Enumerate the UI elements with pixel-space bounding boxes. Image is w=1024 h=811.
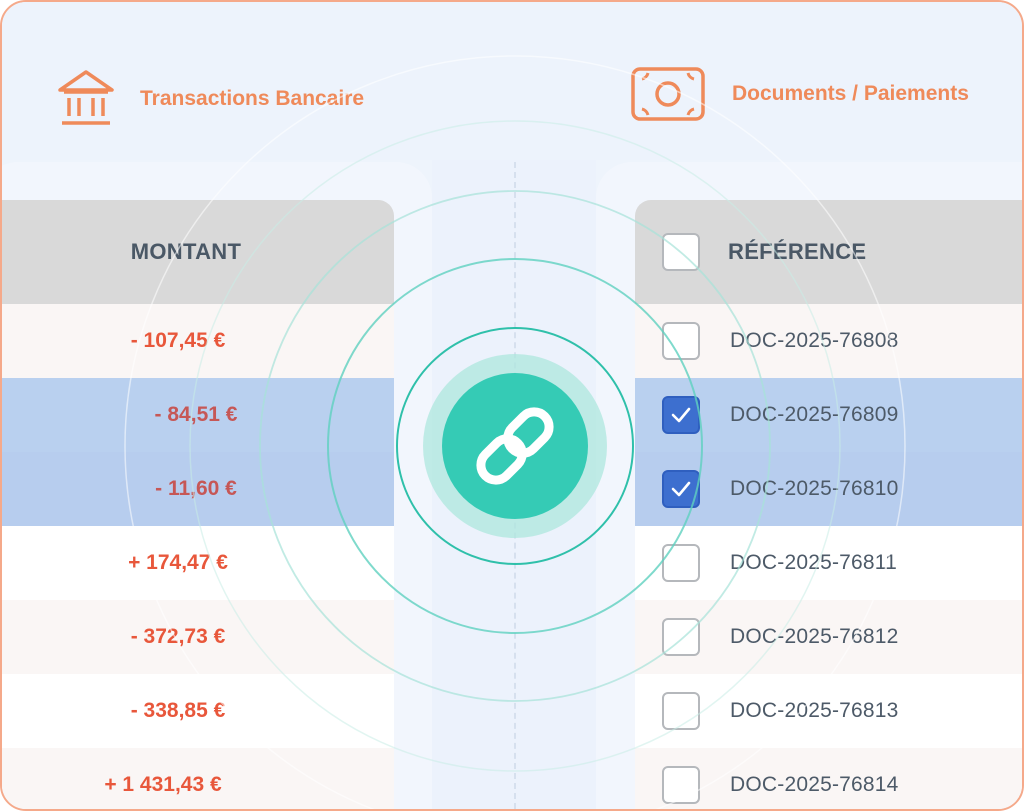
document-row[interactable]: DOC-2025-76811: [635, 526, 1022, 600]
document-checkbox[interactable]: [662, 692, 700, 730]
transaction-amount: + 1 431,43 €: [104, 773, 222, 796]
document-reference: DOC-2025-76809: [730, 403, 899, 426]
transaction-amount: - 372,73 €: [130, 625, 226, 648]
document-checkbox[interactable]: [662, 766, 700, 804]
document-reference: DOC-2025-76810: [730, 477, 899, 500]
transaction-amount: - 338,85 €: [130, 699, 226, 722]
checkmark-icon: [671, 407, 691, 423]
transaction-amount: - 11,60 €: [155, 477, 237, 500]
transaction-row[interactable]: + 1 431,43 €: [2, 748, 394, 809]
document-checkbox[interactable]: [662, 544, 700, 582]
link-icon: [476, 407, 554, 485]
document-reference: DOC-2025-76812: [730, 625, 899, 648]
transaction-row[interactable]: - 107,45 €: [2, 304, 394, 378]
document-row[interactable]: DOC-2025-76810: [635, 452, 1022, 526]
banknote-icon: [630, 66, 706, 122]
document-checkbox[interactable]: [662, 470, 700, 508]
documents-table: RÉFÉRENCE DOC-2025-76808 DOC-2025-76809 …: [635, 200, 1022, 809]
app-frame: Transactions Bancaire Documents / Paieme…: [0, 0, 1024, 811]
transactions-table: MONTANT - 107,45 € - 84,51 € - 11,60 € +…: [2, 200, 394, 809]
transaction-amount: - 107,45 €: [130, 329, 226, 352]
transactions-header-row: MONTANT: [2, 200, 394, 304]
document-row[interactable]: DOC-2025-76812: [635, 600, 1022, 674]
checkmark-icon: [671, 481, 691, 497]
bank-transactions-header: Transactions Bancaire: [56, 68, 364, 130]
document-checkbox[interactable]: [662, 618, 700, 656]
reference-column-header: RÉFÉRENCE: [728, 239, 867, 264]
amount-column-header: MONTANT: [130, 239, 242, 264]
document-reference: DOC-2025-76808: [730, 329, 899, 352]
documents-title: Documents / Paiements: [732, 82, 969, 105]
transaction-amount: + 174,47 €: [128, 551, 228, 574]
document-row[interactable]: DOC-2025-76814: [635, 748, 1022, 809]
transaction-row[interactable]: + 174,47 €: [2, 526, 394, 600]
document-row[interactable]: DOC-2025-76809: [635, 378, 1022, 452]
transaction-row[interactable]: - 372,73 €: [2, 600, 394, 674]
document-row[interactable]: DOC-2025-76813: [635, 674, 1022, 748]
document-reference: DOC-2025-76811: [730, 551, 898, 574]
transaction-row[interactable]: - 84,51 €: [2, 378, 394, 452]
select-all-checkbox[interactable]: [662, 233, 700, 271]
document-checkbox[interactable]: [662, 396, 700, 434]
link-button[interactable]: [442, 373, 588, 519]
bank-transactions-title: Transactions Bancaire: [140, 87, 365, 110]
transaction-row[interactable]: - 11,60 €: [2, 452, 394, 526]
documents-header-row: RÉFÉRENCE: [635, 200, 1022, 304]
document-row[interactable]: DOC-2025-76808: [635, 304, 1022, 378]
bank-icon: [56, 68, 116, 130]
document-checkbox[interactable]: [662, 322, 700, 360]
document-reference: DOC-2025-76813: [730, 699, 899, 722]
document-reference: DOC-2025-76814: [730, 773, 899, 796]
transaction-row[interactable]: - 338,85 €: [2, 674, 394, 748]
documents-header: Documents / Paiements: [630, 66, 969, 122]
transaction-amount: - 84,51 €: [154, 403, 238, 426]
